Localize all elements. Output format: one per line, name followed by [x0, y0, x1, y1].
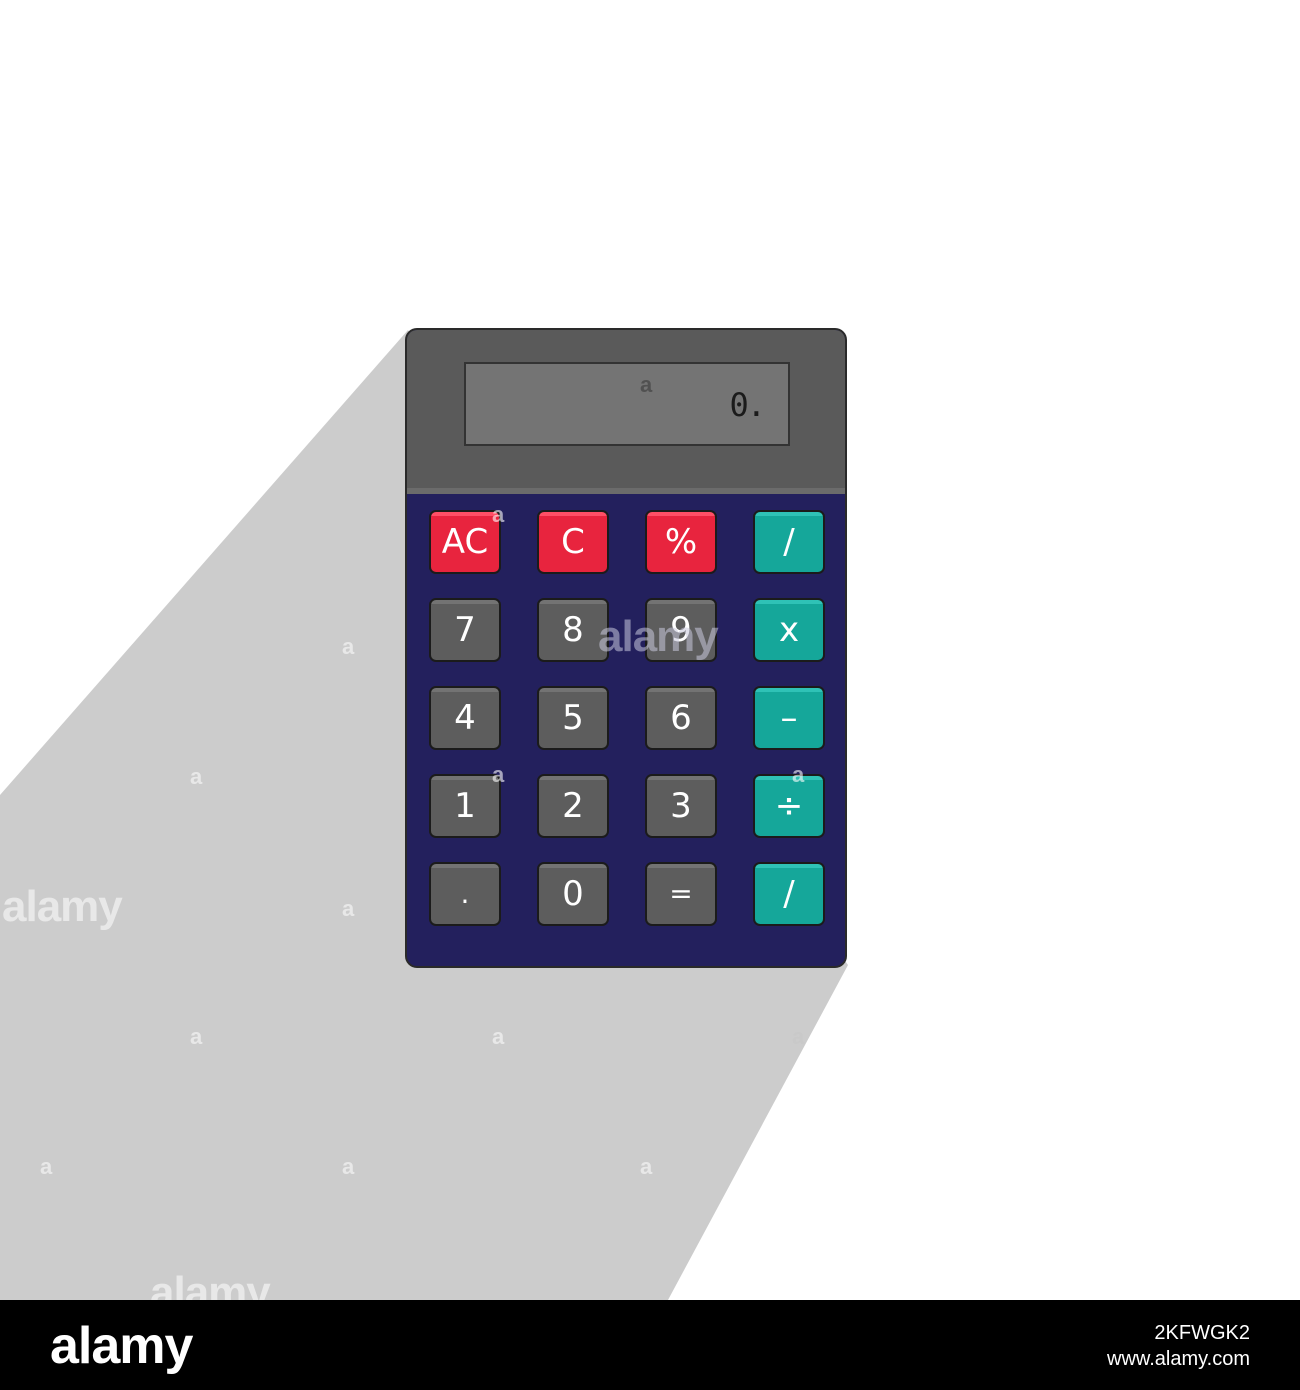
- decimal-point-key[interactable]: .: [429, 862, 501, 926]
- calculator-screen: 0.: [464, 362, 790, 446]
- calculator: 0. AC C% / 7 8 9 x 4 5 6 – 1 2 3 ÷. 0 = /: [405, 328, 847, 968]
- key-label: /: [783, 522, 795, 562]
- key-label: x: [778, 610, 800, 650]
- digit-4-key[interactable]: 4: [429, 686, 501, 750]
- equals-key[interactable]: =: [645, 862, 717, 926]
- footer-logo: alamy: [50, 1317, 193, 1375]
- key-label: 2: [562, 786, 584, 826]
- digit-9-key[interactable]: 9: [645, 598, 717, 662]
- key-label: AC: [441, 522, 489, 562]
- key-label: 4: [454, 698, 476, 738]
- key-label: /: [783, 874, 795, 914]
- percent-key[interactable]: %: [645, 510, 717, 574]
- digit-2-key[interactable]: 2: [537, 774, 609, 838]
- key-label: %: [664, 522, 698, 562]
- key-label: ÷: [774, 786, 804, 826]
- key-label: .: [460, 877, 470, 910]
- digit-7-key[interactable]: 7: [429, 598, 501, 662]
- digit-5-key[interactable]: 5: [537, 686, 609, 750]
- slash-key-top[interactable]: /: [753, 510, 825, 574]
- digit-6-key[interactable]: 6: [645, 686, 717, 750]
- clear-key[interactable]: C: [537, 510, 609, 574]
- image-id: 2KFWGK2: [1154, 1322, 1250, 1344]
- all-clear-key[interactable]: AC: [429, 510, 501, 574]
- slash-key-bottom[interactable]: /: [753, 862, 825, 926]
- display-value: 0.: [729, 386, 766, 424]
- key-label: 5: [562, 698, 584, 738]
- digit-1-key[interactable]: 1: [429, 774, 501, 838]
- minus-key[interactable]: –: [753, 686, 825, 750]
- key-label: C: [561, 522, 585, 562]
- key-label: 6: [670, 698, 692, 738]
- digit-8-key[interactable]: 8: [537, 598, 609, 662]
- key-label: –: [780, 698, 798, 738]
- key-label: 8: [562, 610, 584, 650]
- key-label: =: [669, 877, 693, 910]
- key-label: 9: [670, 610, 692, 650]
- footer-bar: alamy 2KFWGK2 www.alamy.com: [0, 1300, 1300, 1390]
- digit-3-key[interactable]: 3: [645, 774, 717, 838]
- digit-0-key[interactable]: 0: [537, 862, 609, 926]
- site-url: www.alamy.com: [1107, 1348, 1250, 1370]
- footer-info: 2KFWGK2 www.alamy.com: [1107, 1320, 1250, 1372]
- keypad: AC C% / 7 8 9 x 4 5 6 – 1 2 3 ÷. 0 = /: [429, 510, 829, 930]
- multiply-key[interactable]: x: [753, 598, 825, 662]
- key-label: 1: [454, 786, 476, 826]
- key-label: 3: [670, 786, 692, 826]
- divide-key[interactable]: ÷: [753, 774, 825, 838]
- key-label: 0: [562, 874, 584, 914]
- key-label: 7: [454, 610, 476, 650]
- stock-image-canvas: 0. AC C%/7 8 9 x 4 5 6–1 2 3 ÷. 0 = / a alamy a a a a…: [0, 0, 1300, 1390]
- calculator-display-panel: 0.: [407, 330, 845, 494]
